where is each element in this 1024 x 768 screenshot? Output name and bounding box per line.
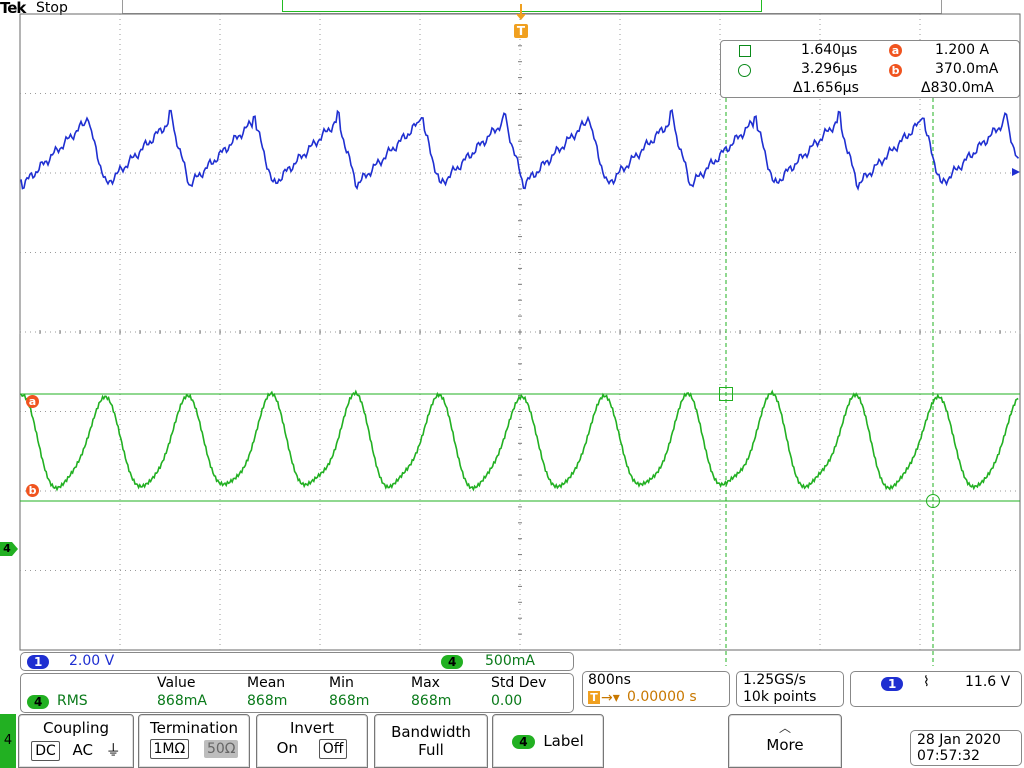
- timebase-position: 0.00000 s: [627, 689, 697, 705]
- bandwidth-value: Full: [418, 741, 444, 759]
- ch1-chip[interactable]: 1: [27, 655, 50, 669]
- more-label: More: [766, 736, 804, 754]
- termination-button[interactable]: Termination 1MΩ 50Ω: [138, 714, 250, 768]
- invert-label: Invert: [289, 719, 335, 737]
- acquisition-box[interactable]: 1.25GS/s 10k points: [736, 671, 844, 707]
- time: 07:57:32: [917, 748, 980, 764]
- cursor2-value: 370.0mA: [935, 61, 999, 77]
- meas-value: 868m: [247, 693, 288, 709]
- trigger-box[interactable]: 1 ⌇ 11.6 V: [850, 671, 1022, 707]
- cursor2-time: 3.296µs: [801, 61, 858, 77]
- cursor-a-icon: a: [889, 44, 902, 57]
- cursor-a-badge: a: [26, 395, 39, 408]
- cursor-b-badge: b: [26, 484, 39, 497]
- trigger-level: 11.6 V: [965, 674, 1011, 690]
- termination-1m-option[interactable]: 1MΩ: [149, 739, 190, 759]
- coupling-label: Coupling: [42, 719, 110, 737]
- ch4-scale: 500mA: [485, 653, 535, 669]
- ch1-offset-marker: [1012, 168, 1020, 176]
- meas-value: 868mA: [157, 693, 207, 709]
- measurement-bar[interactable]: 4 RMS Value 868mA Mean 868m Min 868m Max 868m St…: [20, 673, 574, 713]
- label-text: Label: [543, 732, 584, 750]
- termination-label: Termination: [150, 719, 238, 737]
- trigger-label: T: [516, 24, 526, 38]
- timebase-scale: 800ns: [588, 672, 631, 688]
- square-cursor-icon: [739, 45, 751, 57]
- ch1-scale: 2.00 V: [69, 653, 115, 669]
- meas-header: Min: [329, 675, 354, 691]
- meas-value: 868m: [329, 693, 370, 709]
- meas-header: Value: [157, 675, 196, 691]
- invert-off-option[interactable]: Off: [318, 739, 348, 759]
- more-button[interactable]: ︿ More: [728, 714, 842, 768]
- cursor-readout: 1.640µs a 1.200 A 3.296µs b 370.0mA Δ1.6…: [720, 40, 1020, 98]
- trigger-slope-icon: ⌇: [923, 674, 930, 690]
- datetime-box: 28 Jan 2020 07:57:32: [910, 730, 1022, 766]
- meas-type: RMS: [57, 693, 88, 709]
- label-channel-chip: 4: [512, 735, 535, 749]
- meas-channel-chip: 4: [27, 695, 50, 709]
- chevron-up-icon: ︿: [778, 721, 791, 735]
- cursor1-value: 1.200 A: [935, 42, 990, 58]
- cursor-delta-value: Δ830.0mA: [921, 80, 994, 96]
- circle-cursor-icon: [738, 64, 751, 77]
- coupling-dc-option[interactable]: DC: [31, 741, 60, 761]
- termination-50-option[interactable]: 50Ω: [203, 740, 239, 758]
- meas-header: Std Dev: [491, 675, 547, 691]
- ch4-marker-label: 4: [3, 542, 11, 555]
- meas-value: 0.00: [491, 693, 523, 709]
- bandwidth-button[interactable]: Bandwidth Full: [374, 714, 488, 768]
- channel-menu-indicator: 4: [0, 714, 16, 768]
- coupling-ac-option[interactable]: AC: [73, 741, 93, 759]
- trigger-position-arrow: [516, 14, 526, 20]
- trigger-icon: T: [588, 691, 600, 704]
- cursor-b-icon: b: [889, 64, 902, 77]
- sample-rate: 1.25GS/s: [743, 672, 806, 688]
- coupling-ground-icon[interactable]: ⏚: [106, 741, 121, 759]
- cursor1-time: 1.640µs: [801, 42, 858, 58]
- invert-on-option[interactable]: On: [277, 739, 298, 757]
- trigger-arrow-icon: →▾: [601, 690, 620, 706]
- coupling-button[interactable]: Coupling DC AC ⏚: [18, 714, 134, 768]
- ch4-chip[interactable]: 4: [441, 655, 464, 669]
- timebase-box[interactable]: 800ns T →▾ 0.00000 s: [582, 671, 730, 707]
- meas-value: 868m: [411, 693, 452, 709]
- meas-header: Max: [411, 675, 440, 691]
- cursor-delta-time: Δ1.656µs: [793, 80, 859, 96]
- vertical-scale-bar[interactable]: 1 2.00 V 4 500mA: [20, 652, 574, 671]
- invert-button[interactable]: Invert On Off: [256, 714, 368, 768]
- record-length: 10k points: [743, 689, 817, 705]
- label-button[interactable]: 4 Label: [492, 714, 604, 768]
- trigger-source-chip: 1: [881, 677, 904, 691]
- date: 28 Jan 2020: [917, 732, 1001, 748]
- bandwidth-label: Bandwidth: [391, 723, 471, 741]
- meas-header: Mean: [247, 675, 286, 691]
